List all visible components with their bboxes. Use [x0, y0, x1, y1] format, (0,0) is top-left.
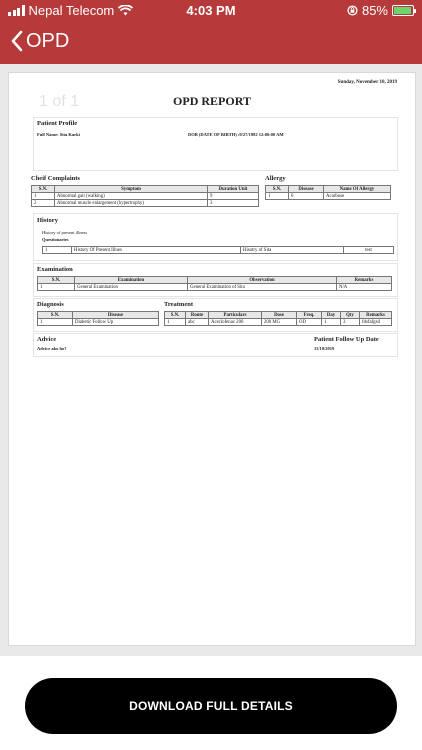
history-section: History History of present illness Quest…	[33, 213, 398, 261]
examination-table: S.N. Examination Observation Remarks 1 Gener…	[37, 276, 392, 291]
back-label: OPD	[26, 29, 70, 52]
advice-section: Advice Advice ako ho? Patient Follow Up …	[33, 333, 398, 357]
table-header: Duration Unit	[207, 185, 259, 193]
patient-profile-title: Patient Profile	[37, 120, 78, 127]
complaints-table: S.N. Symptom Duration Unit 1 Abnormal gait …	[31, 185, 259, 207]
table-row: 1 General Examination General Examination …	[37, 283, 392, 291]
back-button[interactable]: OPD	[10, 29, 69, 53]
patient-name: Sita Karki	[59, 132, 80, 137]
table-header: S.N.	[37, 311, 73, 319]
table-header: Symptom	[54, 185, 208, 193]
table-header: Examination	[74, 276, 188, 284]
table-header: Dose	[261, 311, 297, 319]
lock-rotation-icon	[347, 5, 358, 16]
diagnosis-table: S.N. Disease 1 Diabetic Follow Up	[37, 311, 159, 326]
examination-section: Examination S.N. Examination Observation Re…	[33, 263, 398, 297]
table-header: Disease	[288, 185, 324, 193]
table-header: Remarks	[336, 276, 392, 284]
table-row: 2 Abnormal muscle enlargement (hypertroph…	[31, 199, 259, 207]
table-header: Day	[321, 311, 341, 319]
report-date: Sunday, November 10, 2019	[337, 80, 397, 85]
table-header: Disease	[72, 311, 159, 319]
treatment-title: Treatment	[164, 301, 193, 308]
follow-up-date: 11/10/2019	[314, 346, 335, 351]
treatment-table: S.N. Route Particulars Dose Freq. Day Qt…	[164, 311, 392, 326]
table-header: Remarks	[359, 311, 392, 319]
battery-icon	[392, 5, 416, 16]
table-header: Observation	[187, 276, 337, 284]
patient-name-row: Full Name: Sita Karki	[37, 132, 80, 137]
chevron-left-icon	[11, 30, 23, 52]
table-header: Freq.	[296, 311, 322, 319]
table-row: 1 Abnormal gait (walking) 9	[31, 192, 259, 200]
download-full-details-button[interactable]: DOWNLOAD FULL DETAILS	[25, 678, 397, 734]
questionaries-table: 1 History Of Present Illnes Hisotry of Sit…	[42, 246, 394, 254]
table-row: 1 History Of Present Illnes Hisotry of Sit…	[42, 246, 394, 254]
status-right: 85%	[347, 3, 416, 18]
advice-text: Advice ako ho?	[37, 346, 67, 351]
table-header: Qty	[340, 311, 360, 319]
battery-percent: 85%	[361, 3, 388, 18]
examination-title: Examination	[37, 266, 73, 273]
history-text: History of present illness	[42, 230, 88, 235]
table-header: S.N.	[265, 185, 289, 193]
nav-bar: OPD	[0, 22, 422, 64]
questionaries-label: Questionaries	[42, 237, 69, 242]
table-header: Name Of Allergy	[323, 185, 391, 193]
table-row: 1 Diabetic Follow Up	[37, 318, 159, 326]
table-header: S.N.	[37, 276, 75, 284]
complaints-title: Cheif Complaints	[31, 175, 80, 182]
table-row: 1 abc Aceclofenac 200 200 MG OD 1 3 fdsf…	[164, 318, 392, 326]
table-header: Route	[185, 311, 209, 319]
advice-title: Advice	[37, 336, 57, 343]
table-header: S.N.	[164, 311, 186, 319]
allergy-title: Allergy	[265, 175, 286, 182]
follow-up-title: Patient Follow Up Date	[314, 336, 379, 343]
table-header: Particulars	[208, 311, 262, 319]
status-bar: Nepal Telecom 4:03 PM 85%	[0, 0, 422, 22]
patient-dob: DOB (DATE OF BIRTH) :9/27/1982 12:00:00 …	[188, 132, 284, 137]
history-title: History	[37, 217, 58, 224]
table-header: S.N.	[31, 185, 55, 193]
report-title: OPD REPORT	[173, 94, 251, 108]
report-page: Sunday, November 10, 2019 1 of 1 OPD REP…	[8, 72, 416, 646]
diagnosis-treatment-section: Diagnosis S.N. Disease 1 Diabetic Follow U…	[33, 298, 398, 332]
table-row: 1 0 Acarbose	[265, 192, 391, 200]
diagnosis-title: Diagnosis	[37, 301, 64, 308]
allergy-table: S.N. Disease Name Of Allergy 1 0 Acarbose	[265, 185, 391, 200]
patient-profile-section: Patient Profile Full Name: Sita Karki DO…	[33, 117, 398, 171]
